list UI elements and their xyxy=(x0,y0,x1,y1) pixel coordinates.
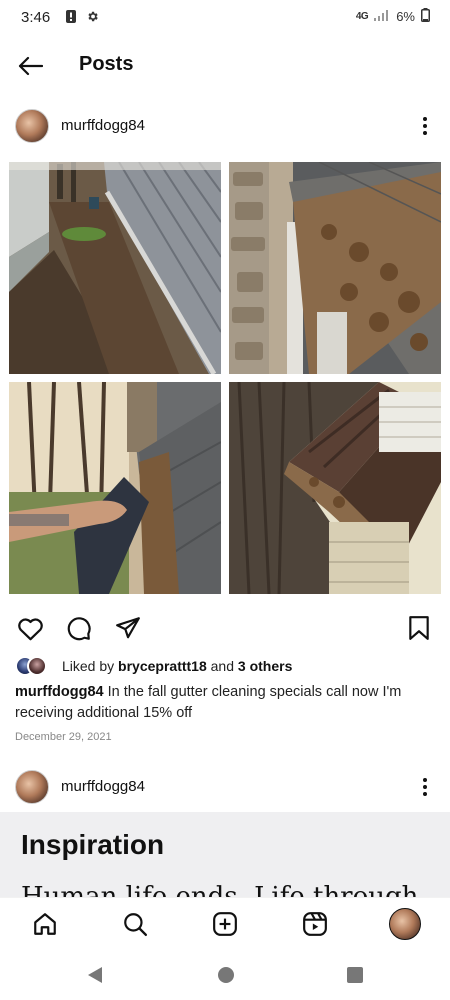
likes-text: Liked by bryceprattt18 and 3 others xyxy=(62,658,293,674)
system-home-button[interactable] xyxy=(216,965,236,985)
nav-reels[interactable] xyxy=(300,909,330,939)
avatar[interactable] xyxy=(15,109,49,143)
reels-icon xyxy=(303,912,327,936)
next-post-username[interactable]: murffdogg84 xyxy=(61,778,145,795)
nav-create[interactable] xyxy=(210,909,240,939)
post-image-gutter-cleaning-hand xyxy=(9,382,221,594)
create-icon xyxy=(213,912,237,936)
next-post-text-content[interactable]: Inspiration Human life ends. Life throug… xyxy=(0,812,450,897)
likes-row[interactable]: Liked by bryceprattt18 and 3 others xyxy=(15,655,292,677)
next-post-header: murffdogg84 xyxy=(0,761,450,813)
system-recents-button[interactable] xyxy=(345,965,365,985)
home-icon xyxy=(34,913,56,935)
post-image-grid[interactable] xyxy=(0,152,450,602)
nav-home[interactable] xyxy=(30,909,60,939)
liker-username[interactable]: bryceprattt18 xyxy=(118,658,207,674)
recents-square-icon xyxy=(347,967,363,983)
battery-icon xyxy=(421,8,430,25)
more-options-button[interactable] xyxy=(416,113,434,139)
post-header: murffdogg84 xyxy=(0,100,450,152)
comment-button[interactable] xyxy=(65,614,93,642)
bookmark-icon xyxy=(409,616,429,640)
app-header: Posts xyxy=(0,40,450,92)
search-icon xyxy=(124,913,148,937)
back-arrow-icon xyxy=(18,56,43,76)
heart-icon xyxy=(17,617,43,640)
page-title: Posts xyxy=(79,53,134,75)
bookmark-button[interactable] xyxy=(405,614,433,642)
nav-search[interactable] xyxy=(120,909,150,939)
liker-avatar xyxy=(27,656,47,676)
back-button[interactable] xyxy=(14,52,46,80)
post-image-gutter-leaves-roof xyxy=(229,162,441,374)
comment-icon xyxy=(67,617,91,641)
home-circle-icon xyxy=(218,967,234,983)
post-image-gutter-roof-corner xyxy=(229,382,441,594)
system-back-button[interactable] xyxy=(85,965,105,985)
next-post-title: Inspiration xyxy=(21,829,165,860)
like-button[interactable] xyxy=(16,614,44,642)
bottom-nav xyxy=(0,897,450,951)
system-nav-bar xyxy=(0,952,450,1000)
likes-others[interactable]: 3 others xyxy=(238,658,292,674)
network-label: 4G xyxy=(355,11,369,22)
post-caption: murffdogg84 In the fall gutter cleaning … xyxy=(15,682,435,724)
post-action-bar xyxy=(0,610,450,646)
next-post-body: Human life ends. Life through xyxy=(21,882,419,897)
back-triangle-icon xyxy=(88,967,102,983)
nav-profile-avatar[interactable] xyxy=(389,908,421,940)
share-icon xyxy=(116,617,140,639)
status-time: 3:46 xyxy=(21,9,51,26)
settings-icon xyxy=(86,10,99,28)
signal-icon xyxy=(374,9,390,24)
status-bar: 3:46 4G 6% xyxy=(0,0,450,36)
post-image-gutter-side-yard xyxy=(9,162,221,374)
caption-username[interactable]: murffdogg84 xyxy=(15,684,104,700)
share-button[interactable] xyxy=(114,614,142,642)
post-username[interactable]: murffdogg84 xyxy=(61,117,145,134)
alert-icon xyxy=(66,10,76,28)
avatar[interactable] xyxy=(15,770,49,804)
next-post-more-options-button[interactable] xyxy=(416,774,434,800)
post-date: December 29, 2021 xyxy=(15,731,112,743)
liker-avatars xyxy=(15,656,55,676)
battery-label: 6% xyxy=(396,9,415,24)
